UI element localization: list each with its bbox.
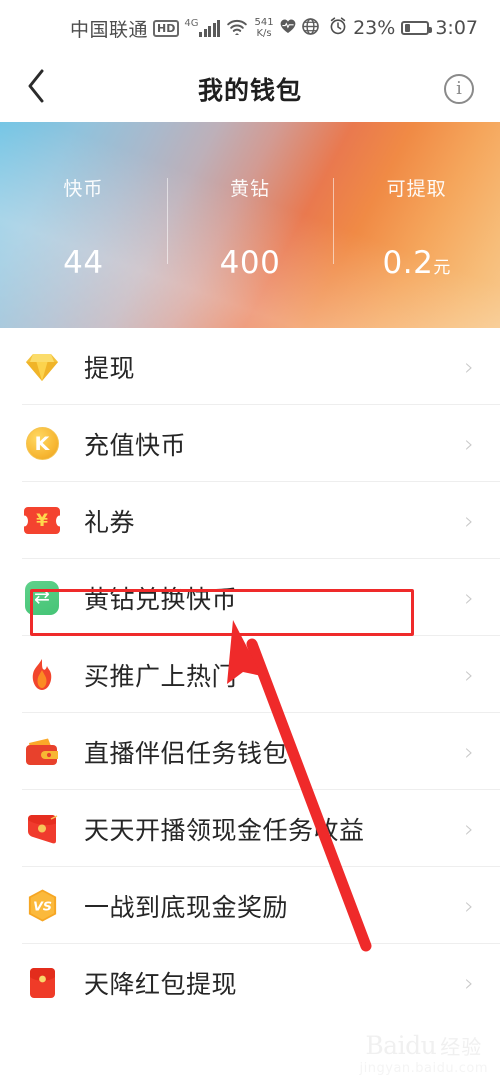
stat-number: 0.2	[382, 245, 434, 281]
chevron-right-icon: ›	[464, 660, 474, 689]
battery-icon	[401, 21, 433, 35]
navigation-bar: 我的钱包 i	[0, 56, 500, 122]
menu-item-label: 一战到底现金奖励	[84, 892, 289, 922]
chevron-right-icon: ›	[464, 352, 474, 381]
back-button[interactable]	[26, 69, 66, 109]
data-speed-indicator: 541 K/s	[254, 17, 273, 39]
page-title: 我的钱包	[197, 76, 302, 105]
svg-text:VS: VS	[33, 898, 52, 913]
chevron-right-icon: ›	[464, 506, 474, 535]
wallet-icon	[22, 732, 62, 772]
globe-icon	[301, 17, 319, 39]
balance-banner: 快币 44 黄钻 400 可提取 0.2元	[0, 122, 500, 328]
stat-label: 可提取	[386, 178, 447, 200]
hd-badge-icon: HD	[153, 19, 180, 37]
menu-item-withdraw[interactable]: 提现 ›	[0, 328, 500, 405]
chevron-right-icon: ›	[464, 737, 474, 766]
status-bar-left: 中国联通 HD 4G 541 K/s	[70, 15, 319, 42]
wifi-icon	[226, 18, 248, 39]
chevron-right-icon: ›	[464, 968, 474, 997]
ticket-glyph: ¥	[24, 507, 60, 534]
menu-item-exchange-diamond-to-kuaibi[interactable]: ⇄ 黄钻兑换快币 ›	[0, 559, 500, 636]
chevron-right-icon: ›	[464, 583, 474, 612]
data-speed-unit: K/s	[256, 28, 272, 39]
chevron-right-icon: ›	[464, 814, 474, 843]
red-envelope-icon	[22, 963, 62, 1003]
menu-item-label: 天降红包提现	[84, 969, 238, 999]
menu-item-label: 天天开播领现金任务收益	[84, 815, 365, 845]
menu-item-vs-cash-reward[interactable]: VS 一战到底现金奖励 ›	[0, 867, 500, 944]
menu-item-live-companion-wallet[interactable]: 直播伴侣任务钱包 ›	[0, 713, 500, 790]
watermark-logo-row: Baidu 经验	[360, 1031, 488, 1060]
stat-value: 0.2元	[333, 245, 500, 281]
stat-huangzuan[interactable]: 黄钻 400	[166, 174, 334, 281]
carrier-label: 中国联通	[70, 18, 149, 41]
red-packet-icon	[22, 809, 62, 849]
chevron-right-icon: ›	[464, 891, 474, 920]
menu-item-daily-live-cash-reward[interactable]: 天天开播领现金任务收益 ›	[0, 790, 500, 867]
ticket-icon: ¥	[22, 501, 62, 541]
phone-screen: 中国联通 HD 4G 541 K/s 23% 3:07 我的钱包 i 快币 44…	[0, 0, 500, 1084]
status-bar-right: 23% 3:07	[329, 17, 478, 39]
watermark-url: jingyan.baidu.com	[359, 1061, 488, 1076]
wallet-menu-list: 提现 › K 充值快币 › ¥ 礼券 › ⇄ 黄钻兑换快币 › 买推广上热门 ›…	[0, 328, 500, 1021]
stat-label: 黄钻	[230, 178, 271, 200]
k-coin-glyph: K	[25, 427, 59, 460]
data-speed-value: 541	[254, 17, 274, 28]
battery-percent-label: 23%	[353, 17, 396, 39]
status-bar: 中国联通 HD 4G 541 K/s 23% 3:07	[0, 0, 500, 56]
menu-item-gift-voucher[interactable]: ¥ 礼券 ›	[0, 482, 500, 559]
alarm-clock-icon	[329, 17, 347, 39]
stat-kuaibi[interactable]: 快币 44	[0, 174, 167, 281]
watermark-brand: Baidu	[365, 1031, 437, 1060]
signal-bars-icon: 4G	[184, 18, 221, 37]
balance-stats: 快币 44 黄钻 400 可提取 0.2元	[0, 122, 500, 328]
chevron-left-icon	[28, 69, 44, 103]
watermark-brand-cn: 经验	[440, 1035, 483, 1059]
menu-item-recharge-kuaibi[interactable]: K 充值快币 ›	[0, 405, 500, 482]
network-type-label: 4G	[184, 18, 199, 29]
vs-badge-icon: VS	[22, 886, 62, 926]
menu-item-label: 提现	[84, 353, 136, 383]
menu-item-label: 直播伴侣任务钱包	[84, 738, 289, 768]
exchange-glyph: ⇄	[25, 580, 59, 615]
stat-withdrawable[interactable]: 可提取 0.2元	[333, 174, 500, 281]
k-coin-icon: K	[22, 424, 62, 464]
diamond-icon	[22, 347, 62, 387]
clock-label: 3:07	[435, 17, 478, 39]
watermark: Baidu 经验 jingyan.baidu.com	[360, 1031, 488, 1076]
info-circle-icon[interactable]: i	[444, 74, 474, 104]
stat-number: 400	[219, 245, 281, 281]
stat-label: 快币	[63, 178, 104, 200]
stat-value: 44	[0, 245, 167, 281]
stat-value: 400	[167, 245, 334, 281]
heart-icon	[279, 18, 297, 38]
menu-item-label: 充值快币	[84, 430, 187, 460]
menu-item-label: 黄钻兑换快币	[84, 584, 238, 614]
exchange-icon: ⇄	[22, 578, 62, 618]
chevron-right-icon: ›	[464, 429, 474, 458]
stat-number: 44	[63, 245, 104, 281]
menu-item-label: 礼券	[84, 507, 136, 537]
menu-item-buy-promotion[interactable]: 买推广上热门 ›	[0, 636, 500, 713]
menu-item-label: 买推广上热门	[84, 661, 238, 691]
fire-icon	[22, 655, 62, 695]
stat-unit: 元	[433, 258, 451, 278]
signal-strength-bars	[199, 20, 221, 37]
menu-item-falling-red-packet-withdraw[interactable]: 天降红包提现 ›	[0, 944, 500, 1021]
